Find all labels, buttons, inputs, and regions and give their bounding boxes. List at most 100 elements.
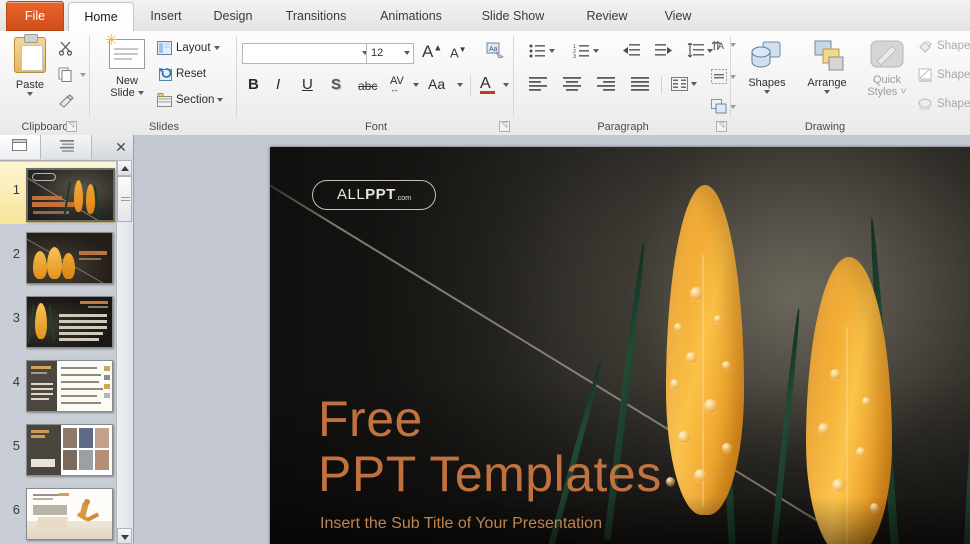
bullets-chevron-down-icon[interactable] [549,48,555,53]
thumbnail-list[interactable]: 1 2 3 4 5 6 [0,160,117,544]
cut-button[interactable] [58,40,74,56]
change-case-chevron-down-icon[interactable] [454,79,463,91]
reset-button[interactable]: Reset [157,67,206,81]
scrollbar-thumb[interactable] [117,176,132,222]
bullets-icon [529,44,545,58]
thumbnail-slide-1[interactable]: 1 [0,162,117,224]
underline-button[interactable]: U [302,76,313,93]
font-size-input[interactable]: 12 [366,43,414,64]
tab-outline[interactable] [41,135,92,159]
thumbnail-image [26,488,113,540]
svg-text:A: A [718,41,724,51]
slide-number: 4 [12,374,20,389]
close-panel-button[interactable]: ✕ [111,138,131,156]
tab-review[interactable]: Review [574,2,640,31]
copy-chevron-down-icon[interactable] [80,72,87,77]
scroll-up-button[interactable] [117,160,132,176]
format-painter-button[interactable] [58,94,75,110]
columns-chevron-down-icon[interactable] [691,82,697,86]
paragraph-dialog-launcher[interactable]: ◹ [716,121,727,132]
columns-button[interactable] [671,77,697,91]
shape-fill-button[interactable]: Shape Fi [918,39,970,53]
increase-indent-button[interactable] [655,43,672,58]
panel-scrollbar[interactable] [116,160,133,544]
section-chevron-down-icon[interactable] [217,98,224,102]
new-slide-icon: ✳ [105,33,145,69]
align-left-button[interactable] [529,77,547,91]
decrease-indent-button[interactable] [623,43,640,58]
tab-slide-show[interactable]: Slide Show [468,2,558,31]
font-dialog-launcher[interactable]: ◹ [499,121,510,132]
group-label-font: Font [364,121,387,133]
shape-effects-button[interactable]: Shape Ef [918,97,970,111]
quick-styles-button[interactable]: Quick Styles ˅ [858,39,916,98]
shape-fill-icon [919,40,932,53]
grow-font-button[interactable]: A▲ [422,42,442,62]
tab-file[interactable]: File [6,1,64,31]
tab-design[interactable]: Design [202,2,264,31]
paste-button[interactable]: Paste [6,34,54,96]
layout-chevron-down-icon[interactable] [213,46,220,50]
thumbnail-slide-5[interactable]: 5 [0,418,117,480]
numbering-chevron-down-icon[interactable] [593,48,599,53]
line-spacing-button[interactable] [687,43,713,58]
bold-button[interactable]: B [248,76,259,93]
arrange-icon [814,40,844,71]
thumbnail-slide-6[interactable]: 6 [0,482,117,544]
tab-animations[interactable]: Animations [368,2,454,31]
align-right-icon [597,77,615,91]
format-painter-icon [59,94,74,108]
thumbnail-slide-2[interactable]: 2 [0,226,117,288]
align-center-button[interactable] [563,77,581,91]
font-color-chevron-down-icon[interactable] [500,79,509,91]
shapes-chevron-down-icon[interactable] [764,90,770,94]
new-slide-button[interactable]: ✳ New Slide [99,33,155,99]
text-shadow-button[interactable]: S [331,76,341,93]
new-slide-chevron-down-icon[interactable] [137,91,144,96]
shape-outline-button[interactable]: Shape O [918,68,970,82]
align-right-button[interactable] [597,77,615,91]
font-color-button[interactable]: A [480,75,495,94]
italic-button[interactable]: I [276,76,280,93]
font-size-chevron-down-icon[interactable] [404,51,410,55]
thumbnail-image [26,168,115,222]
tab-slides[interactable] [0,135,41,159]
tab-view[interactable]: View [650,2,706,31]
section-button[interactable]: Section [157,93,224,107]
strikethrough-button[interactable]: abc [358,79,377,93]
powerpoint-window: File Home Insert Design Transitions Anim… [0,0,970,544]
section-icon [157,93,172,107]
copy-button[interactable] [58,67,87,82]
tab-home[interactable]: Home [68,2,134,32]
shape-outline-icon [918,68,932,82]
change-case-button[interactable]: Aa [428,76,445,92]
scroll-down-button[interactable] [117,528,132,544]
shrink-font-button[interactable]: A▼ [450,45,467,60]
group-separator [513,36,514,117]
slide-number: 6 [12,502,20,517]
clear-formatting-button[interactable]: Aa [486,42,504,59]
shapes-icon [751,41,781,68]
justify-button[interactable] [631,77,649,91]
arrange-button[interactable]: Arrange [798,39,856,94]
thumbnail-slide-3[interactable]: 3 [0,290,117,352]
clipboard-dialog-launcher[interactable]: ◹ [66,121,77,132]
tab-insert[interactable]: Insert [138,2,194,31]
slide-workspace[interactable]: ALLPPT.com Free PPT Templates Insert the… [134,135,970,544]
slides-tab-icon [12,139,27,151]
tab-transitions[interactable]: Transitions [272,2,360,31]
paste-chevron-down-icon[interactable] [27,92,33,96]
shapes-button[interactable]: Shapes [738,39,796,94]
bullets-button[interactable] [529,43,555,58]
layout-button[interactable]: Layout [157,41,220,55]
thumbnail-slide-4[interactable]: 4 [0,354,117,416]
decrease-indent-icon [623,44,640,56]
font-name-input[interactable] [242,43,372,64]
thumbnail-image [26,424,113,476]
numbering-button[interactable]: 1 2 3 [573,43,599,58]
arrange-chevron-down-icon[interactable] [824,90,830,94]
columns-icon [671,77,688,91]
character-spacing-button[interactable]: AV ↔ [390,75,404,94]
current-slide[interactable]: ALLPPT.com Free PPT Templates Insert the… [270,147,970,544]
character-spacing-chevron-down-icon[interactable] [410,79,419,91]
